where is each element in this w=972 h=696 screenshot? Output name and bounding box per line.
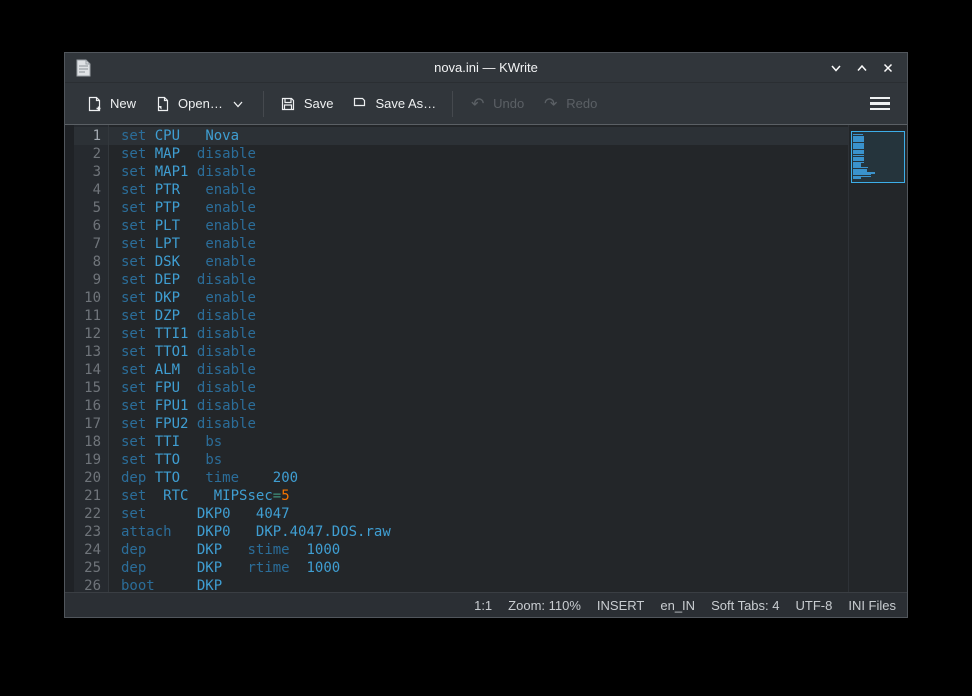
- line-number: 12: [74, 325, 108, 343]
- open-button[interactable]: Open…: [145, 89, 256, 118]
- code-line[interactable]: set PLT enable: [109, 217, 848, 235]
- line-number: 19: [74, 451, 108, 469]
- open-dropdown-arrow-icon[interactable]: [230, 95, 247, 112]
- status-encoding[interactable]: UTF-8: [795, 598, 832, 613]
- save-as-icon: [351, 95, 368, 112]
- line-number: 23: [74, 523, 108, 541]
- code-line[interactable]: set TTI bs: [109, 433, 848, 451]
- line-number: 22: [74, 505, 108, 523]
- line-number: 25: [74, 559, 108, 577]
- line-number: 2: [74, 145, 108, 163]
- line-number: 26: [74, 577, 108, 592]
- line-number: 24: [74, 541, 108, 559]
- redo-button-label: Redo: [566, 96, 597, 111]
- undo-icon: ↶: [469, 95, 486, 112]
- redo-button[interactable]: ↷ Redo: [533, 89, 606, 118]
- save-as-button-label: Save As…: [375, 96, 436, 111]
- line-number: 11: [74, 307, 108, 325]
- open-button-label: Open…: [178, 96, 223, 111]
- new-button-label: New: [110, 96, 136, 111]
- status-dictionary[interactable]: en_IN: [660, 598, 695, 613]
- new-button[interactable]: New: [77, 89, 145, 118]
- code-line[interactable]: set DSK enable: [109, 253, 848, 271]
- code-line[interactable]: attach DKP0 DKP.4047.DOS.raw: [109, 523, 848, 541]
- line-number: 17: [74, 415, 108, 433]
- scrollbar-minimap[interactable]: [848, 125, 907, 592]
- line-number: 3: [74, 163, 108, 181]
- status-tab-mode[interactable]: Soft Tabs: 4: [711, 598, 779, 613]
- toolbar-separator: [452, 91, 453, 117]
- document-open-icon: [154, 95, 171, 112]
- status-cursor-position[interactable]: 1:1: [474, 598, 492, 613]
- status-input-mode[interactable]: INSERT: [597, 598, 644, 613]
- line-number: 18: [74, 433, 108, 451]
- line-number: 21: [74, 487, 108, 505]
- undo-button-label: Undo: [493, 96, 524, 111]
- undo-button[interactable]: ↶ Undo: [460, 89, 533, 118]
- code-line[interactable]: dep DKP stime 1000: [109, 541, 848, 559]
- line-number: 20: [74, 469, 108, 487]
- text-editor[interactable]: set CPU Novaset MAP disableset MAP1 disa…: [109, 125, 848, 592]
- code-line[interactable]: dep DKP rtime 1000: [109, 559, 848, 577]
- code-line[interactable]: set FPU disable: [109, 379, 848, 397]
- window-title: nova.ini — KWrite: [65, 60, 907, 75]
- code-line[interactable]: set TTI1 disable: [109, 325, 848, 343]
- status-bar: 1:1 Zoom: 110% INSERT en_IN Soft Tabs: 4 UTF-…: [65, 592, 907, 617]
- line-number: 7: [74, 235, 108, 253]
- code-line[interactable]: set ALM disable: [109, 361, 848, 379]
- code-line[interactable]: set DKP0 4047: [109, 505, 848, 523]
- code-line[interactable]: set MAP1 disable: [109, 163, 848, 181]
- code-line[interactable]: set RTC MIPSsec=5: [109, 487, 848, 505]
- line-number: 9: [74, 271, 108, 289]
- code-line[interactable]: set TTO1 disable: [109, 343, 848, 361]
- line-number: 14: [74, 361, 108, 379]
- line-number: 6: [74, 217, 108, 235]
- line-number: 16: [74, 397, 108, 415]
- main-toolbar: New Open… Save: [65, 83, 907, 125]
- line-number: 8: [74, 253, 108, 271]
- line-number: 13: [74, 343, 108, 361]
- title-bar: nova.ini — KWrite: [65, 53, 907, 83]
- code-line[interactable]: set MAP disable: [109, 145, 848, 163]
- code-line[interactable]: set FPU1 disable: [109, 397, 848, 415]
- line-number: 5: [74, 199, 108, 217]
- line-number: 10: [74, 289, 108, 307]
- code-line[interactable]: set FPU2 disable: [109, 415, 848, 433]
- code-line[interactable]: set DKP enable: [109, 289, 848, 307]
- save-button[interactable]: Save: [271, 89, 343, 118]
- code-line[interactable]: set PTR enable: [109, 181, 848, 199]
- code-line[interactable]: set DZP disable: [109, 307, 848, 325]
- code-line[interactable]: set PTP enable: [109, 199, 848, 217]
- redo-icon: ↷: [542, 95, 559, 112]
- editor-area: 1234567891011121314151617181920212223242…: [65, 125, 907, 592]
- code-line[interactable]: set TTO bs: [109, 451, 848, 469]
- minimap-text-marks: [853, 134, 875, 179]
- icon-border: [65, 125, 74, 592]
- minimize-button[interactable]: [827, 59, 845, 77]
- hamburger-menu-button[interactable]: [865, 91, 895, 117]
- close-button[interactable]: [879, 59, 897, 77]
- code-line[interactable]: set LPT enable: [109, 235, 848, 253]
- toolbar-separator: [263, 91, 264, 117]
- code-line[interactable]: set DEP disable: [109, 271, 848, 289]
- kwrite-window: nova.ini — KWrite New: [64, 52, 908, 618]
- document-new-icon: [86, 95, 103, 112]
- save-as-button[interactable]: Save As…: [342, 89, 445, 118]
- status-zoom-level[interactable]: Zoom: 110%: [508, 598, 581, 613]
- save-button-label: Save: [304, 96, 334, 111]
- line-number: 15: [74, 379, 108, 397]
- maximize-button[interactable]: [853, 59, 871, 77]
- line-number-gutter: 1234567891011121314151617181920212223242…: [74, 125, 108, 592]
- line-number: 1: [74, 127, 108, 145]
- line-number: 4: [74, 181, 108, 199]
- save-icon: [280, 95, 297, 112]
- code-line[interactable]: set CPU Nova: [109, 127, 848, 145]
- code-line[interactable]: boot DKP: [109, 577, 848, 592]
- code-line[interactable]: dep TTO time 200: [109, 469, 848, 487]
- status-file-type[interactable]: INI Files: [848, 598, 896, 613]
